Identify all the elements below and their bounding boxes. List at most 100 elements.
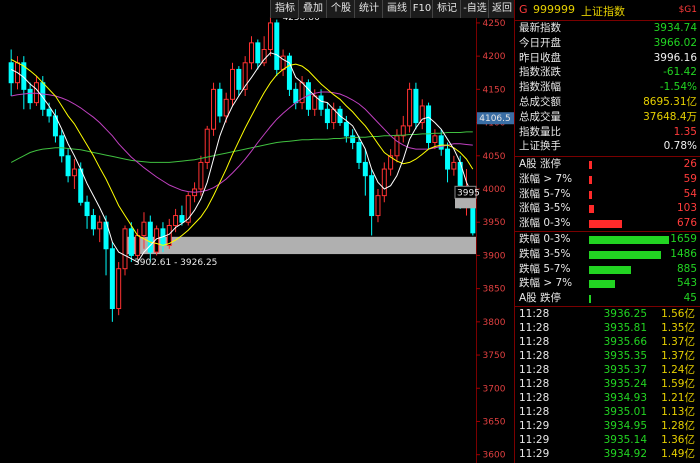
tick-row[interactable]: 11:29 3934.92 1.49亿 <box>515 448 700 461</box>
candle[interactable] <box>267 22 273 50</box>
candle[interactable] <box>400 125 406 137</box>
toolbar-button-1[interactable]: 叠加 <box>298 0 327 18</box>
distribution-label: A股 涨停 <box>519 158 562 170</box>
tick-row[interactable]: 11:28 3935.01 1.13亿 <box>515 406 700 419</box>
candle[interactable] <box>350 135 356 143</box>
candle[interactable] <box>369 175 375 217</box>
tick-price: 3934.92 <box>603 448 647 460</box>
distribution-count: 59 <box>683 172 697 185</box>
quote-value: -1.54% <box>659 81 697 94</box>
kline-chart[interactable]: 4250420041504100405040003950390038503800… <box>0 0 514 463</box>
candle[interactable] <box>71 168 77 177</box>
candle[interactable] <box>179 215 185 223</box>
tick-volume: 1.49亿 <box>661 448 695 460</box>
toolbar-button-2[interactable]: 个股 <box>326 0 355 18</box>
candle[interactable] <box>141 221 147 236</box>
candle[interactable] <box>451 161 457 170</box>
candle[interactable] <box>426 105 432 143</box>
tick-row[interactable]: 11:28 3935.24 1.59亿 <box>515 378 700 391</box>
candle[interactable] <box>90 215 96 230</box>
candle[interactable] <box>286 55 292 90</box>
toolbar-button-4[interactable]: 画线 <box>382 0 411 18</box>
tick-row[interactable]: 11:28 3935.81 1.35亿 <box>515 322 700 335</box>
candle[interactable] <box>65 155 71 177</box>
candle[interactable] <box>217 88 223 117</box>
candle[interactable] <box>236 68 242 90</box>
candle[interactable] <box>318 95 324 110</box>
tick-row[interactable]: 11:29 3935.14 1.36亿 <box>515 434 700 447</box>
candle[interactable] <box>419 105 425 124</box>
divider <box>515 231 700 232</box>
candle[interactable] <box>97 221 103 230</box>
divider <box>515 20 700 21</box>
distribution-count: 543 <box>676 277 697 290</box>
toolbar-button-6[interactable]: 标记 <box>432 0 461 18</box>
quote-label: 指数涨幅 <box>519 81 561 94</box>
price-axis-label: 3650 <box>483 417 506 427</box>
candle[interactable] <box>109 248 115 310</box>
distribution-bar <box>589 295 592 304</box>
candle[interactable] <box>128 228 134 256</box>
tick-price: 3935.66 <box>603 336 647 348</box>
candle[interactable] <box>375 195 381 217</box>
candle[interactable] <box>407 88 413 127</box>
tick-row[interactable]: 11:28 3935.35 1.37亿 <box>515 350 700 363</box>
candle[interactable] <box>223 98 229 117</box>
candle[interactable] <box>293 88 299 104</box>
candle[interactable] <box>413 88 419 124</box>
tick-volume: 1.28亿 <box>661 420 695 432</box>
index-code[interactable]: 999999 <box>533 3 575 16</box>
candle[interactable] <box>394 135 400 157</box>
candle[interactable] <box>46 108 52 117</box>
candle[interactable] <box>122 228 128 270</box>
candle[interactable] <box>173 215 179 227</box>
quote-value: 8695.31亿 <box>643 96 697 108</box>
price-axis-label: 3950 <box>483 218 506 228</box>
tick-time: 11:29 <box>519 434 550 446</box>
candle[interactable] <box>248 42 254 64</box>
candle[interactable] <box>343 122 349 137</box>
tick-price: 3935.37 <box>603 364 647 376</box>
distribution-label: A股 跌停 <box>519 292 562 305</box>
toolbar-button-5[interactable]: F10 <box>410 0 433 18</box>
toolbar-button-0[interactable]: 指标 <box>270 0 299 18</box>
candle[interactable] <box>116 268 122 310</box>
toolbar-button-7[interactable]: -自选 <box>460 0 489 18</box>
tick-price: 3935.01 <box>603 406 647 418</box>
candle[interactable] <box>356 141 362 163</box>
tick-time: 11:28 <box>519 322 550 334</box>
candle[interactable] <box>8 62 14 84</box>
support-zone <box>126 236 476 255</box>
tick-row[interactable]: 11:28 3934.93 1.21亿 <box>515 392 700 405</box>
tick-time: 11:28 <box>519 350 550 362</box>
toolbar-button-8[interactable]: 返回 <box>488 0 515 18</box>
candle[interactable] <box>381 168 387 197</box>
candle[interactable] <box>274 22 280 70</box>
tick-row[interactable]: 11:28 3936.25 1.56亿 <box>515 308 700 321</box>
candle[interactable] <box>230 68 236 100</box>
candle[interactable] <box>445 148 451 170</box>
candle[interactable] <box>255 42 261 64</box>
candle[interactable] <box>27 88 33 104</box>
tick-time: 11:28 <box>519 308 550 320</box>
candle[interactable] <box>59 135 65 157</box>
kline-chart-panel[interactable]: 4250420041504100405040003950390038503800… <box>0 0 515 463</box>
candle[interactable] <box>33 82 39 104</box>
index-name[interactable]: 上证指数 <box>581 3 625 19</box>
tick-time: 11:29 <box>519 420 550 432</box>
candle[interactable] <box>324 108 330 124</box>
candle[interactable] <box>84 201 90 217</box>
tick-row[interactable]: 11:29 3934.95 1.28亿 <box>515 420 700 433</box>
tick-row[interactable]: 11:28 3935.66 1.37亿 <box>515 336 700 349</box>
distribution-count: 54 <box>683 187 697 200</box>
toolbar-button-3[interactable]: 统计 <box>354 0 383 18</box>
candle[interactable] <box>211 88 217 130</box>
candle[interactable] <box>432 135 438 143</box>
candle[interactable] <box>135 234 141 256</box>
candle[interactable] <box>198 161 204 190</box>
candle[interactable] <box>78 168 84 203</box>
price-axis-label: 3700 <box>483 384 506 394</box>
candle[interactable] <box>362 161 368 177</box>
tick-row[interactable]: 11:28 3935.37 1.24亿 <box>515 364 700 377</box>
candle[interactable] <box>312 95 318 110</box>
